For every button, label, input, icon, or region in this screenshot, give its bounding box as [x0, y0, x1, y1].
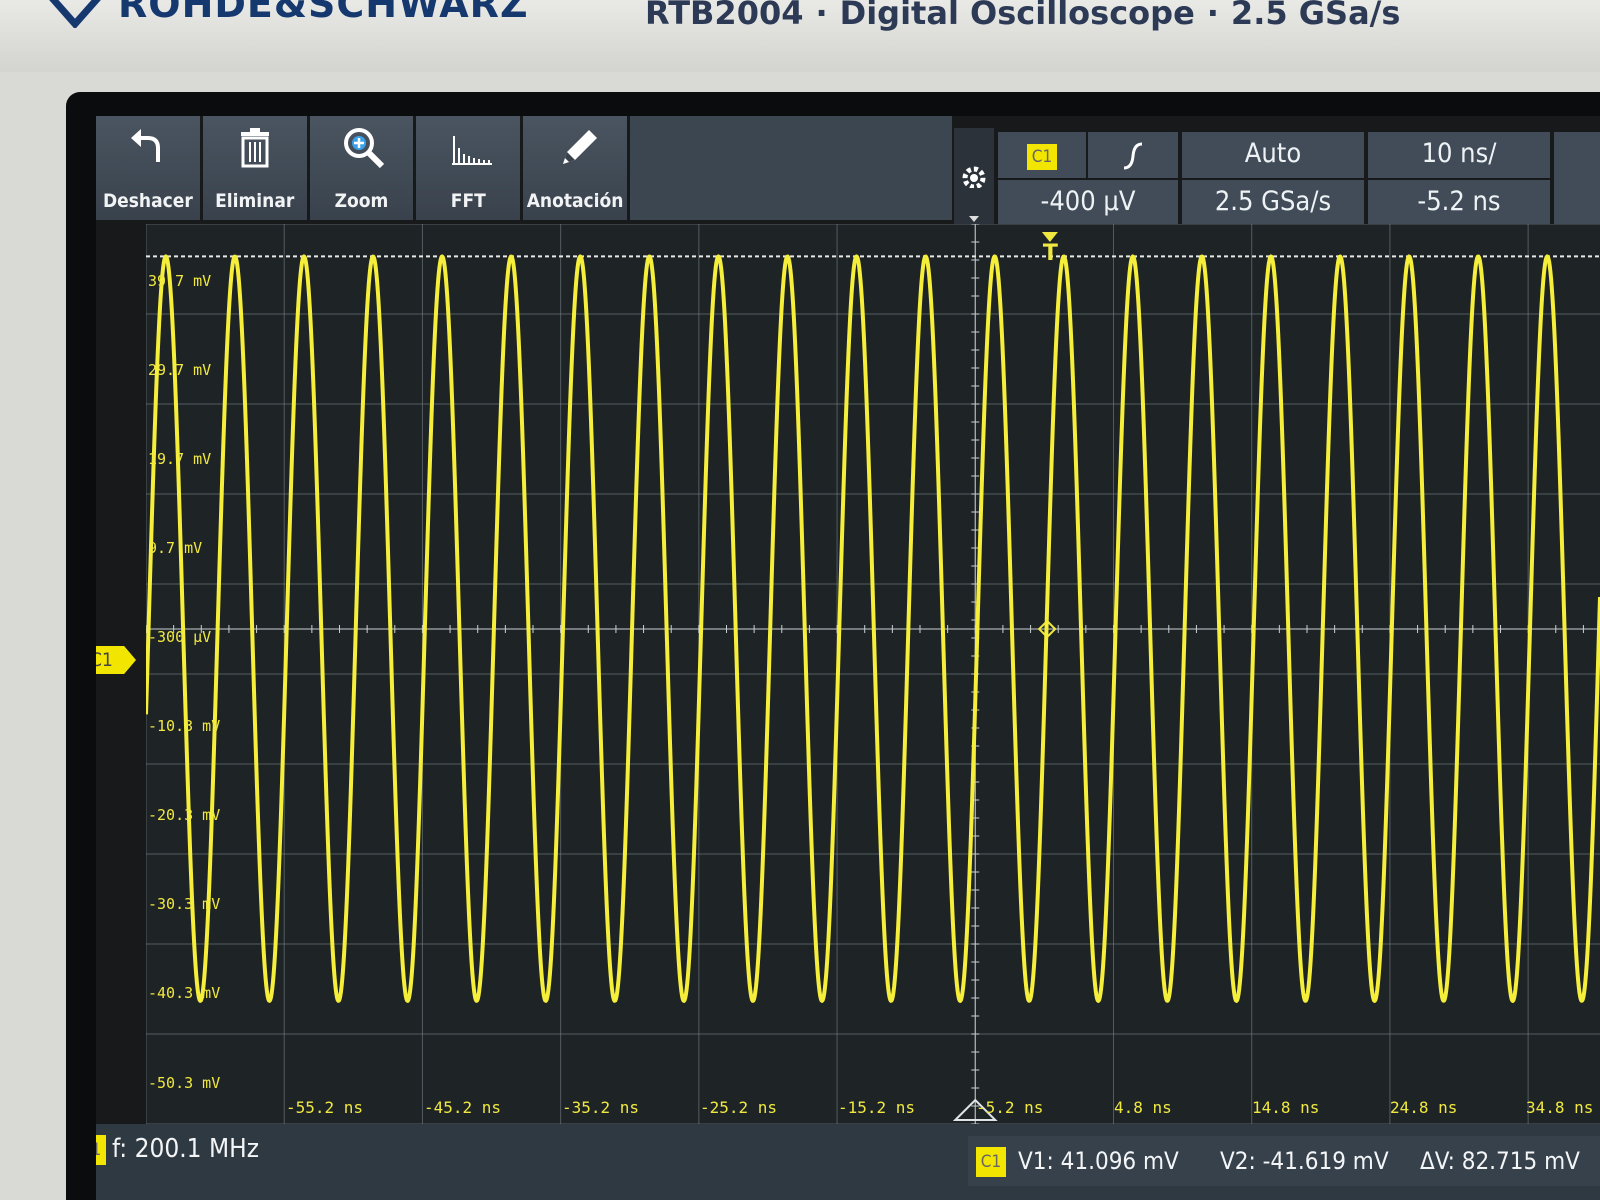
undo-icon — [131, 129, 160, 162]
annotation-label: Anotación — [526, 190, 624, 212]
fft-label: FFT — [450, 190, 486, 212]
channel-offset-marker[interactable]: C1 — [96, 646, 136, 674]
max-sample-rate: 2.5 GSa/s — [1230, 0, 1401, 32]
frequency-channel-badge: C1 — [96, 1134, 106, 1165]
settings-button[interactable] — [954, 128, 994, 228]
x-tick-label: -35.2 ns — [562, 1098, 640, 1117]
fft-button[interactable]: FFT — [416, 116, 521, 220]
x-tick-label: 14.8 ns — [1252, 1098, 1320, 1117]
y-tick-label: -10.3 mV — [148, 717, 221, 735]
product-name: Digital Oscilloscope — [839, 0, 1195, 32]
brand-logo-icon — [49, 0, 101, 28]
zoom-label: Zoom — [334, 190, 389, 212]
cursor-v2: V2: -41.619 mV — [1220, 1147, 1389, 1175]
y-tick-label: 39.7 mV — [148, 272, 212, 290]
y-tick-label: -20.3 mV — [148, 806, 221, 824]
annotation-button[interactable]: Anotación — [523, 116, 627, 220]
x-tick-label: 24.8 ns — [1390, 1098, 1458, 1117]
zoom-icon — [343, 128, 384, 169]
status-bar: C1f: 200.1 MHz C1 V1: 41.096 mV V2: -41.… — [96, 1124, 1600, 1200]
y-tick-label: 29.7 mV — [148, 361, 212, 379]
y-tick-label: 9.7 mV — [148, 539, 203, 557]
x-tick-label: -45.2 ns — [424, 1098, 502, 1117]
trigger-slope[interactable] — [1088, 132, 1178, 178]
x-tick-label: 4.8 ns — [1114, 1098, 1172, 1117]
y-tick-label: -50.3 mV — [148, 1074, 221, 1092]
frequency-readout[interactable]: C1f: 200.1 MHz — [96, 1134, 259, 1165]
model-label: RTB2004 · Digital Oscilloscope · 2.5 GSa/s — [645, 0, 1400, 32]
x-tick-label: -15.2 ns — [838, 1098, 916, 1117]
instrument-bezel: ROHDE&SCHWARZ RTB2004 · Digital Oscillosco… — [0, 0, 1600, 72]
toolbar-empty-area — [630, 116, 952, 220]
chevron-down-icon — [969, 216, 979, 222]
fft-icon — [452, 136, 493, 165]
zoom-button[interactable]: Zoom — [309, 116, 414, 220]
waveform-trace — [146, 254, 1600, 1003]
trigger-mode[interactable]: Auto — [1182, 132, 1364, 178]
toolbar: Deshacer Eliminar Zoom FFT Anotación — [96, 116, 630, 224]
frequency-value: f: 200.1 MHz — [112, 1134, 260, 1164]
trigger-source[interactable]: C1 — [998, 132, 1086, 178]
delete-label: Eliminar — [215, 190, 295, 212]
model-number: RTB2004 — [645, 0, 804, 32]
trash-icon — [240, 128, 269, 168]
cursor-delta-v: ΔV: 82.715 mV — [1420, 1147, 1580, 1175]
x-tick-label: -25.2 ns — [700, 1098, 778, 1117]
trigger-channel-badge: C1 — [1027, 144, 1057, 170]
rising-edge-icon — [1123, 142, 1143, 170]
x-tick-label: -55.2 ns — [286, 1098, 364, 1117]
y-tick-label: -30.3 mV — [148, 895, 221, 913]
side-panel-tab[interactable] — [1554, 132, 1600, 226]
y-tick-label: -300 µV — [148, 628, 212, 646]
cursor-channel-badge: C1 — [976, 1147, 1006, 1177]
y-tick-label: 19.7 mV — [148, 450, 212, 468]
horizontal-position[interactable]: -5.2 ns — [1368, 180, 1550, 226]
x-tick-label: 34.8 ns — [1526, 1098, 1594, 1117]
channel-1-trace — [146, 254, 1600, 1003]
cursor-v1: V1: 41.096 mV — [1018, 1147, 1179, 1175]
waveform-display[interactable]: T 39.7 mV 29.7 mV 19.7 mV 9.7 mV -300 µV… — [146, 224, 1600, 1124]
gear-icon — [962, 166, 986, 190]
cursor-readout[interactable]: C1 V1: 41.096 mV V2: -41.619 mV ΔV: 82.7… — [968, 1136, 1600, 1186]
sample-rate[interactable]: 2.5 GSa/s — [1182, 180, 1364, 226]
undo-label: Deshacer — [102, 190, 193, 212]
pencil-icon — [563, 130, 598, 164]
y-tick-label: -40.3 mV — [148, 984, 221, 1002]
delete-button[interactable]: Eliminar — [202, 116, 307, 220]
undo-button[interactable]: Deshacer — [96, 116, 200, 220]
brand-name: ROHDE&SCHWARZ — [118, 0, 529, 26]
oscilloscope-screen: Deshacer Eliminar Zoom FFT Anotación C1 … — [96, 116, 1600, 1200]
trigger-level[interactable]: -400 µV — [998, 180, 1178, 226]
timebase[interactable]: 10 ns/ — [1368, 132, 1550, 178]
x-tick-label: -5.2 ns — [976, 1098, 1044, 1117]
